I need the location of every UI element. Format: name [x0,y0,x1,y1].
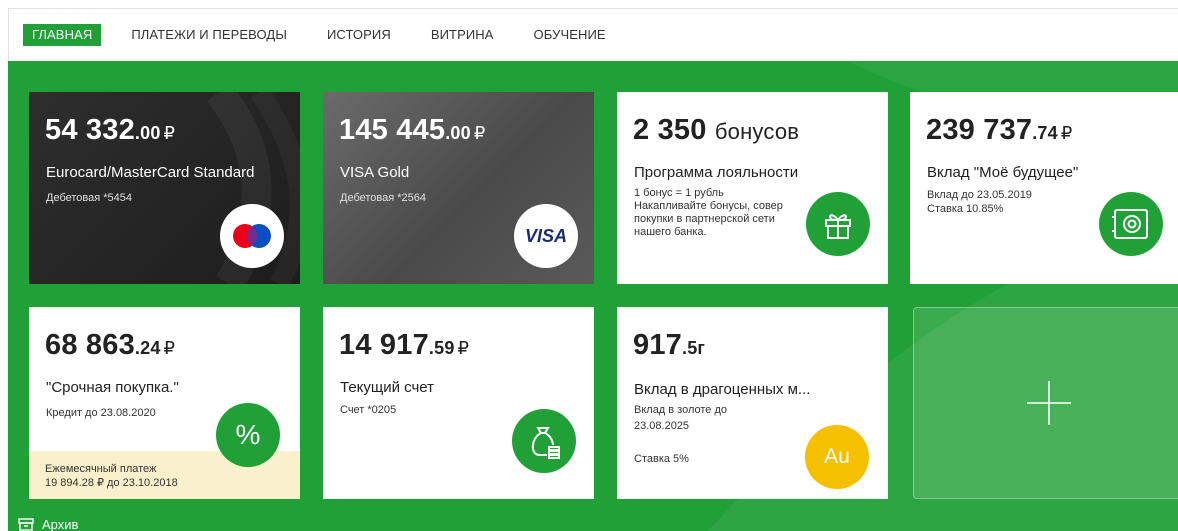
loan-name: "Срочная покупка." [46,379,179,396]
deposit-balance: 239 737.74 ₽ [926,114,1073,146]
card-loan[interactable]: 68 863.24 ₽ "Срочная покупка." Кредит до … [29,307,300,499]
frame: ГЛАВНАЯ ПЛАТЕЖИ И ПЕРЕВОДЫ ИСТОРИЯ ВИТРИ… [8,8,1178,531]
main-nav: ГЛАВНАЯ ПЛАТЕЖИ И ПЕРЕВОДЫ ИСТОРИЯ ВИТРИ… [8,8,1178,61]
nav-tab-main[interactable]: ГЛАВНАЯ [23,24,102,46]
payment-label: Ежемесячный платеж [45,463,157,475]
archive-icon [18,518,34,531]
deposit-details: Вклад до 23.05.2019 Ставка 10.85% [927,189,1032,215]
account-balance: 14 917.59 ₽ [339,329,470,361]
card-current-account[interactable]: 14 917.59 ₽ Текущий счет Счет *0205 [323,307,594,499]
loan-balance: 68 863.24 ₽ [45,329,176,361]
card-deposit-future[interactable]: 239 737.74 ₽ Вклад "Моё будущее" Вклад до… [910,92,1178,284]
card-balance: 145 445.00 ₽ [339,114,486,146]
gold-balance: 917.5г [633,329,706,361]
card-name: VISA Gold [340,164,410,181]
card-mastercard[interactable]: 54 332.00 ₽ Eurocard/MasterCard Standard … [29,92,300,284]
card-balance: 54 332.00 ₽ [45,114,176,146]
visa-logo-text: VISA [524,225,567,246]
bonus-balance: 2 350 бонусов [633,114,800,146]
nav-tab-payments[interactable]: ПЛАТЕЖИ И ПЕРЕВОДЫ [131,24,287,46]
gold-icon: Au [805,425,869,489]
card-number: Дебетовая *5454 [46,192,133,204]
nav-tab-learning[interactable]: ОБУЧЕНИЕ [534,24,606,46]
payment-detail: 19 894.28 ₽ до 23.10.2018 [45,477,178,489]
visa-logo-icon: VISA [514,204,578,268]
nav-tab-showcase[interactable]: ВИТРИНА [431,24,494,46]
products-board: 54 332.00 ₽ Eurocard/MasterCard Standard … [8,61,1178,531]
card-number: Дебетовая *2564 [340,192,427,204]
money-bag-icon [512,409,576,473]
gold-deposit-details: Вклад в золоте до 23.08.2025 [634,404,728,432]
program-name: Программа лояльности [634,164,799,181]
card-name: Eurocard/MasterCard Standard [46,164,255,181]
plus-icon [1026,381,1071,425]
nav-tab-history[interactable]: ИСТОРИЯ [327,24,391,46]
card-visa[interactable]: 145 445.00 ₽ VISA Gold Дебетовая *2564 VI… [323,92,594,284]
deposit-name: Вклад "Моё будущее" [927,164,1079,181]
loyalty-description: 1 бонус = 1 рубль Накапливайте бонусы, с… [634,187,783,238]
loan-term: Кредит до 23.08.2020 [46,407,156,419]
card-loyalty[interactable]: 2 350 бонусов Программа лояльности 1 бон… [617,92,888,284]
account-name: Текущий счет [340,379,435,396]
mastercard-logo-icon [220,204,284,268]
percent-icon: % [216,403,280,467]
account-number: Счет *0205 [340,404,397,416]
archive-label: Архив [42,517,79,531]
gold-deposit-rate: Ставка 5% [634,453,689,465]
add-product-tile[interactable] [913,307,1178,499]
gold-deposit-name: Вклад в драгоценных м... [634,381,811,398]
archive-link[interactable]: Архив [18,517,78,531]
safe-icon [1099,192,1163,256]
card-gold-deposit[interactable]: 917.5г Вклад в драгоценных м... Вклад в … [617,307,888,499]
gift-icon [806,192,870,256]
